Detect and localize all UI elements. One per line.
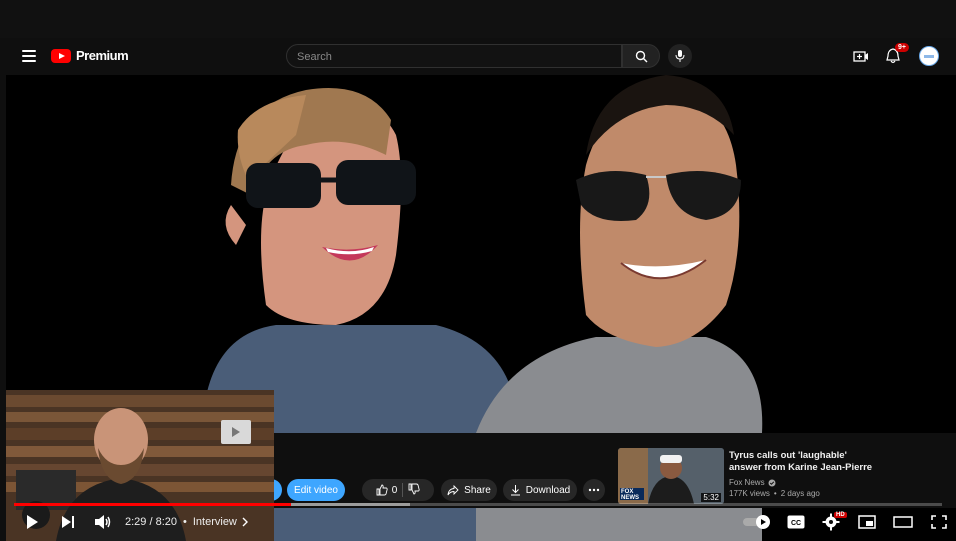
download-icon: [510, 484, 520, 495]
youtube-window: Premium 9+: [0, 0, 956, 541]
theater-mode-icon: [893, 516, 913, 528]
chevron-right-icon: [242, 517, 248, 527]
recommended-age: 2 days ago: [780, 489, 820, 498]
next-button[interactable]: [58, 512, 78, 532]
recommended-stats: 177K views • 2 days ago: [729, 489, 820, 498]
share-button[interactable]: Share: [441, 479, 497, 501]
like-button[interactable]: 0: [376, 484, 398, 496]
skip-next-icon: [62, 516, 74, 528]
recommended-channel-row[interactable]: Fox News: [729, 478, 776, 487]
recommended-channel: Fox News: [729, 478, 765, 487]
search-button[interactable]: [622, 44, 660, 68]
more-actions-button[interactable]: [583, 479, 605, 501]
recommended-thumb-logo: FOX NEWS: [621, 489, 639, 501]
recommended-title-line1: Tyrus calls out 'laughable': [729, 450, 847, 461]
volume-icon: [95, 515, 111, 529]
subtitles-button[interactable]: CC: [786, 512, 806, 532]
browser-top-bar: [0, 0, 956, 38]
edit-video-label: Edit video: [294, 484, 338, 496]
youtube-premium-logo[interactable]: Premium: [51, 48, 129, 63]
like-divider: [402, 483, 404, 497]
create-button[interactable]: [852, 48, 870, 64]
mute-button[interactable]: [92, 512, 114, 532]
voice-search-button[interactable]: [668, 44, 692, 68]
chapter-button[interactable]: Interview: [193, 516, 248, 528]
chapter-dot: •: [183, 516, 187, 528]
recommended-title-line2: answer from Karine Jean-Pierre: [729, 462, 873, 473]
search-icon: [635, 50, 647, 62]
youtube-logo-icon: [51, 48, 71, 63]
recommended-views: 177K views: [729, 489, 770, 498]
logo-text: Premium: [76, 48, 129, 63]
share-icon: [447, 484, 459, 495]
play-icon: [27, 515, 38, 529]
thumbs-up-icon: [376, 484, 388, 496]
masthead: Premium 9+: [6, 38, 956, 75]
meta-dot: •: [773, 489, 777, 498]
svg-text:CC: CC: [791, 520, 801, 527]
time-display: 2:29 / 8:20 • Interview: [125, 516, 248, 528]
menu-icon[interactable]: [22, 50, 36, 62]
time-current-duration: 2:29 / 8:20: [125, 516, 177, 528]
miniplayer-button[interactable]: [856, 512, 878, 532]
closed-captions-icon: CC: [787, 515, 805, 529]
create-video-icon: [853, 50, 868, 62]
notification-badge: 9+: [895, 43, 909, 52]
fullscreen-icon: [931, 515, 947, 529]
play-button[interactable]: [22, 512, 42, 532]
dislike-button[interactable]: [408, 483, 420, 498]
microphone-icon: [675, 50, 685, 62]
more-horizontal-icon: [588, 488, 600, 492]
verified-icon: [768, 479, 776, 486]
like-count: 0: [391, 484, 398, 496]
chapter-title: Interview: [192, 516, 237, 528]
download-button[interactable]: Download: [503, 479, 577, 501]
recommended-video-thumbnail[interactable]: FOX NEWS 5:32: [618, 448, 724, 504]
fullscreen-button[interactable]: [928, 512, 950, 532]
download-label: Download: [525, 484, 571, 496]
search-input[interactable]: [287, 45, 633, 69]
hd-badge: HD: [834, 512, 847, 518]
edit-video-button[interactable]: Edit video: [287, 479, 345, 501]
autoplay-toggle-icon: [743, 515, 770, 529]
theater-mode-button[interactable]: [892, 512, 914, 532]
recommended-duration: 5:32: [701, 493, 721, 502]
autoplay-toggle[interactable]: [742, 512, 772, 532]
search-box[interactable]: [286, 44, 633, 69]
account-avatar[interactable]: [919, 46, 939, 66]
miniplayer-icon: [858, 515, 876, 529]
thumbs-down-icon: [408, 483, 420, 494]
like-dislike-group: 0: [362, 479, 434, 501]
share-label: Share: [464, 484, 491, 496]
progress-played: [14, 503, 291, 506]
recommended-title[interactable]: Tyrus calls out 'laughable' answer from …: [729, 450, 889, 474]
